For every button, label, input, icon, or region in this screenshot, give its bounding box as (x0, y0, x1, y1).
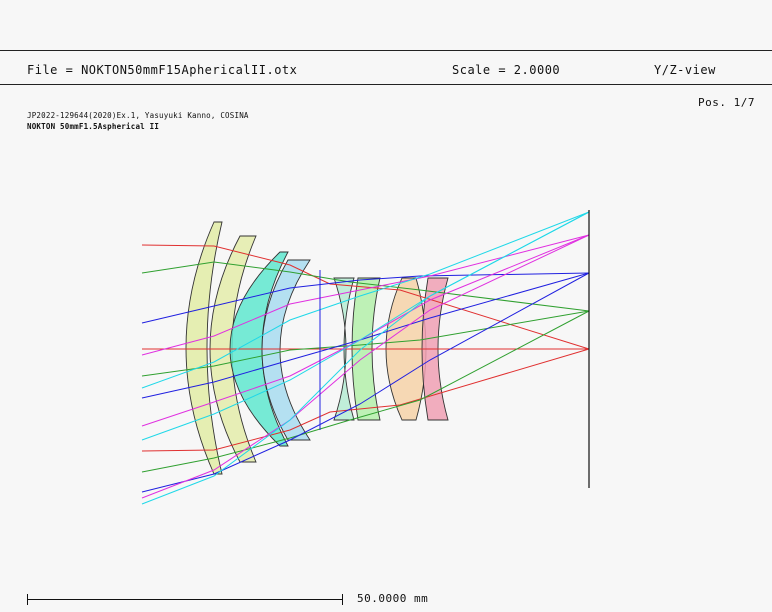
scale-bar (27, 599, 343, 600)
scale-bar-tick-left (27, 594, 28, 605)
scale-bar-tick-right (342, 594, 343, 605)
lens-layout-diagram (141, 210, 590, 505)
scale-bar-label: 50.0000 mm (357, 592, 429, 605)
